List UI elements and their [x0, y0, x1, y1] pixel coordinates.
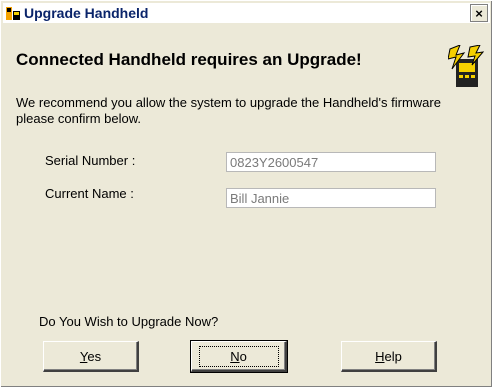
help-button-label: Help [375, 348, 402, 364]
close-button[interactable]: × [470, 4, 488, 22]
upgrade-question: Do You Wish to Upgrade Now? [39, 314, 219, 329]
yes-button-label: Yes [79, 348, 102, 364]
lightning-handheld-icon [448, 45, 484, 87]
no-button-label: No [198, 345, 279, 367]
current-name-field[interactable] [226, 188, 436, 208]
yes-button[interactable]: Yes [43, 341, 139, 372]
current-name-label: Current Name : [45, 186, 134, 201]
no-button[interactable]: No [190, 340, 288, 373]
serial-number-label: Serial Number : [45, 153, 136, 168]
upgrade-message: We recommend you allow the system to upg… [16, 95, 441, 126]
handheld-app-icon [5, 5, 21, 21]
page-title: Connected Handheld requires an Upgrade! [16, 50, 362, 69]
serial-number-field[interactable] [226, 152, 436, 172]
window-title: Upgrade Handheld [24, 5, 149, 21]
help-button[interactable]: Help [341, 341, 437, 372]
title-bar[interactable]: Upgrade Handheld × [3, 3, 490, 23]
upgrade-dialog: Upgrade Handheld × Connected Handheld re… [0, 0, 493, 388]
